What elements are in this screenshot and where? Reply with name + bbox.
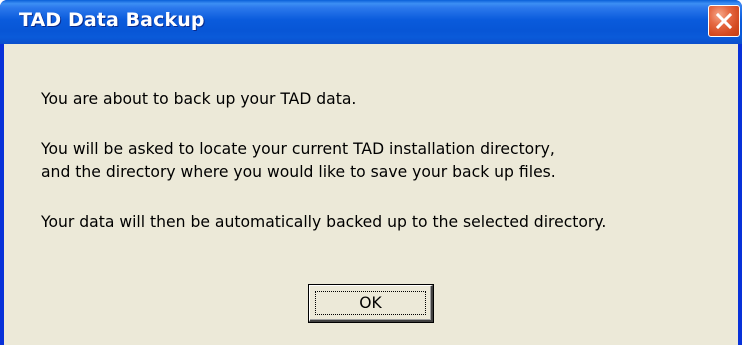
message-line-locate: You will be asked to locate your current… [41,140,555,158]
message-line-intro: You are about to back up your TAD data. [41,90,357,108]
close-button[interactable] [708,5,740,37]
ok-button-label: OK [359,294,382,312]
title-bar[interactable]: TAD Data Backup [0,0,742,44]
dialog-window: TAD Data Backup You are about to back up… [0,0,742,345]
dialog-body: You are about to back up your TAD data. … [4,44,738,345]
window-title: TAD Data Backup [19,9,205,31]
message-line-result: Your data will then be automatically bac… [41,213,607,231]
message-line-save: and the directory where you would like t… [41,163,556,181]
close-icon [715,12,733,30]
ok-button[interactable]: OK [309,285,433,322]
